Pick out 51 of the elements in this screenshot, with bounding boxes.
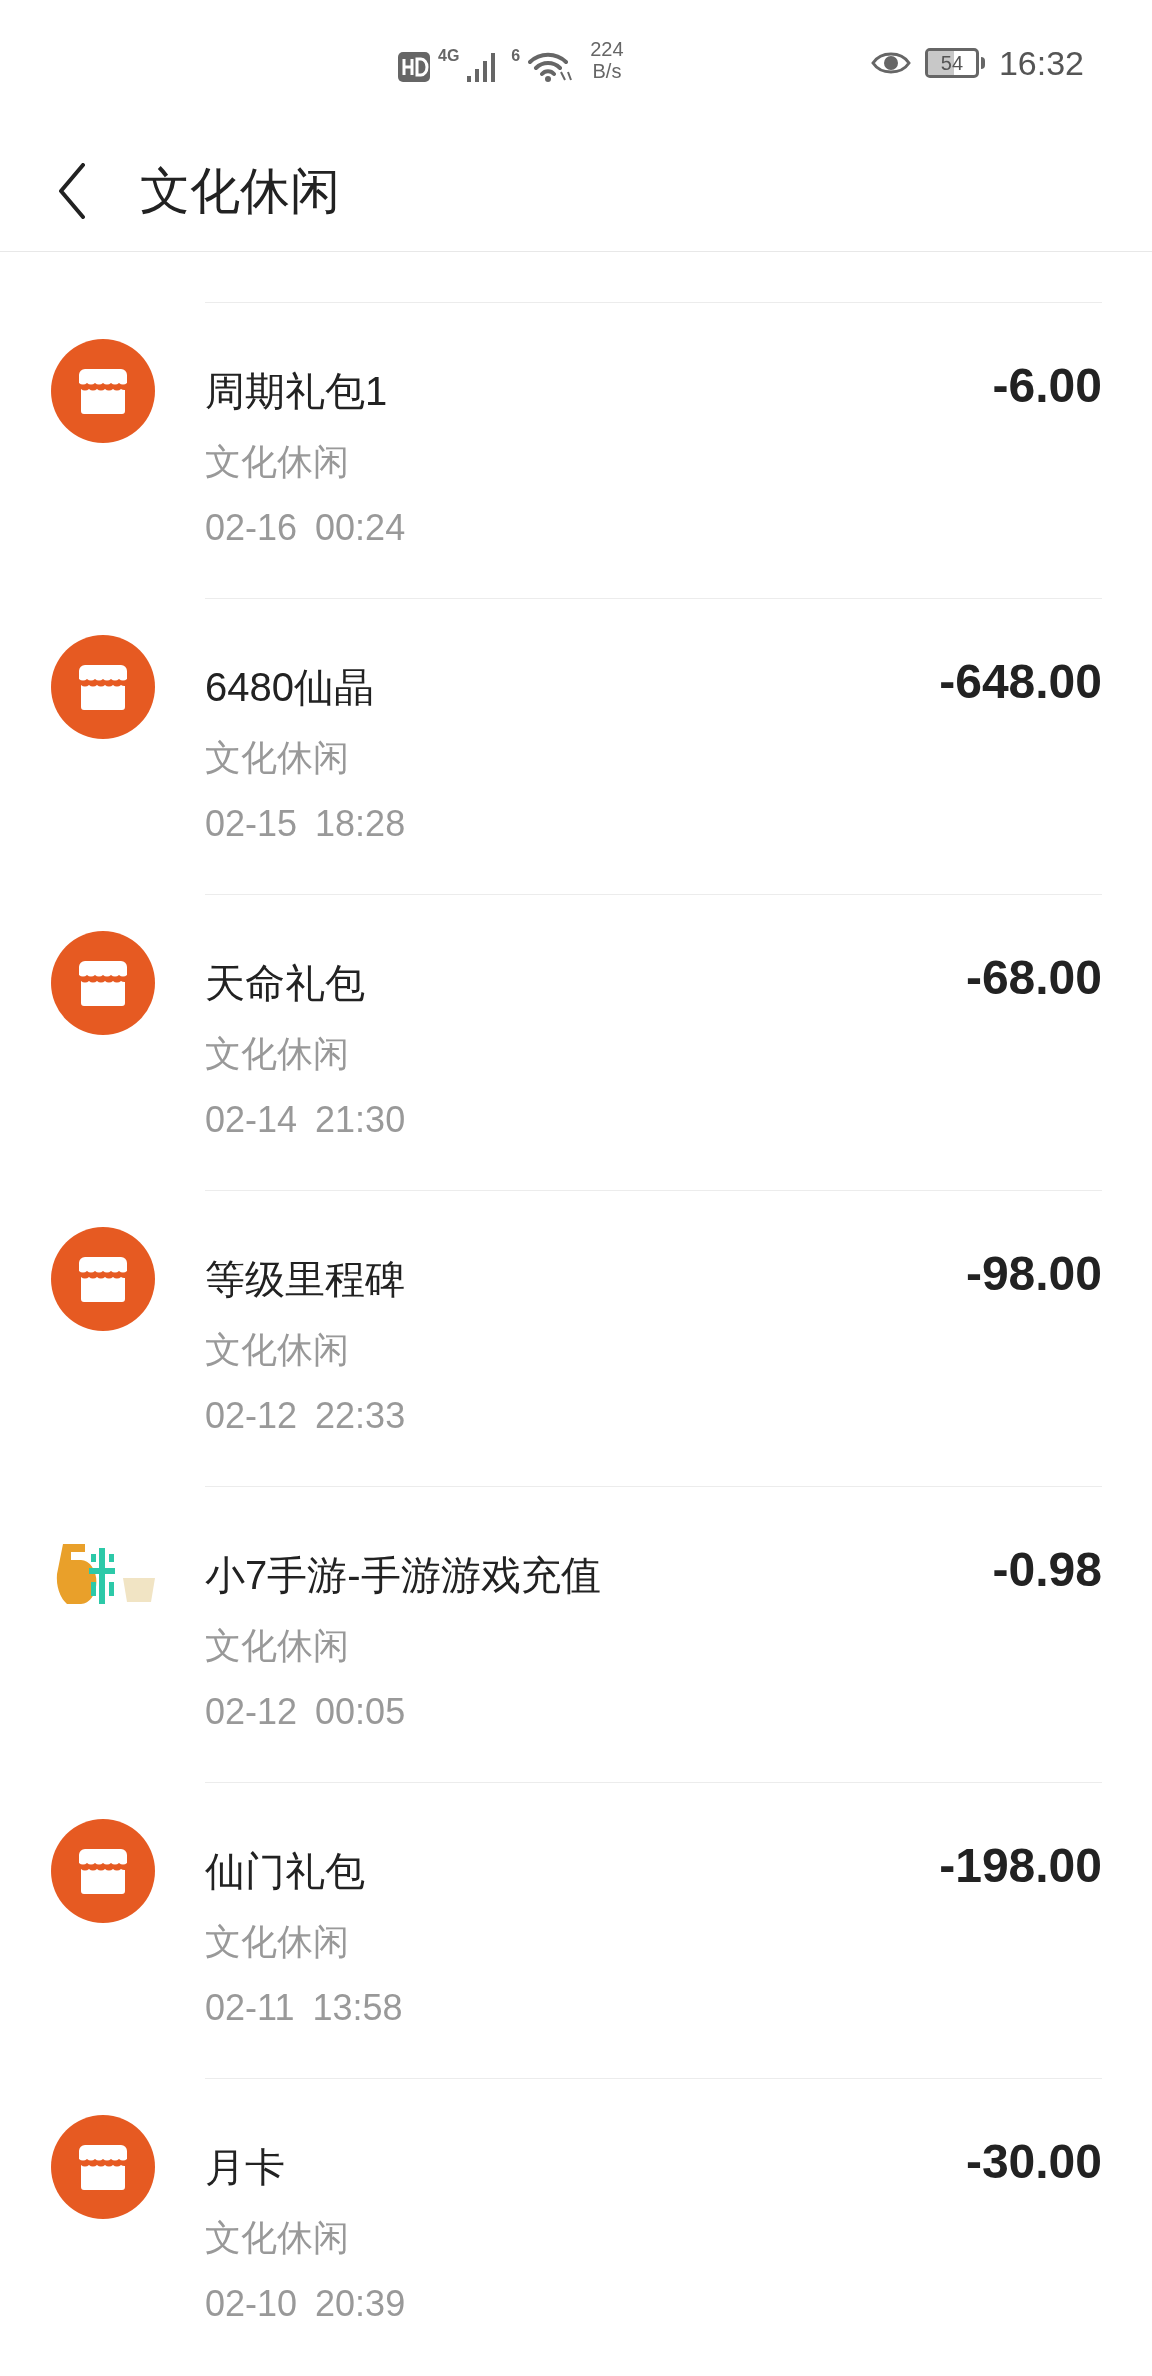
clock: 16:32 xyxy=(998,46,1084,80)
amount: -68.00 xyxy=(965,950,1102,1006)
item-title: 小7手游-手游游戏充值 xyxy=(205,1552,601,1599)
amount: -6.00 xyxy=(992,358,1102,414)
store-icon xyxy=(50,2115,155,2219)
eye-icon xyxy=(870,50,911,76)
speed-unit: B/s xyxy=(592,60,622,82)
store-icon xyxy=(50,1819,155,1923)
amount: -98.00 xyxy=(965,1246,1102,1302)
transaction-row[interactable]: 月卡 文化休闲 02-10 20:39 -30.00 xyxy=(205,2078,1102,2374)
date-time: 02-10 20:39 xyxy=(205,2282,406,2326)
category-label: 文化休闲 xyxy=(205,736,350,780)
amount: -0.98 xyxy=(992,1542,1102,1598)
category-label: 文化休闲 xyxy=(205,1032,350,1076)
date-time: 02-14 21:30 xyxy=(205,1098,406,1142)
date-time: 02-12 22:33 xyxy=(205,1394,406,1438)
amount: -648.00 xyxy=(939,654,1102,710)
wifi-label: 6 xyxy=(511,48,521,64)
item-title: 月卡 xyxy=(205,2144,286,2191)
category-label: 文化休闲 xyxy=(205,2216,350,2260)
date-time: 02-16 00:24 xyxy=(205,506,406,550)
item-title: 6480仙晶 xyxy=(205,664,375,711)
category-label: 文化休闲 xyxy=(205,1624,350,1668)
network-type: 4G xyxy=(438,48,460,64)
store-icon xyxy=(50,931,155,1035)
transaction-row[interactable]: 等级里程碑 文化休闲 02-12 22:33 -98.00 xyxy=(205,1190,1102,1486)
battery-level: 54 xyxy=(939,51,965,75)
date-time: 02-12 00:05 xyxy=(205,1690,407,1734)
category-label: 文化休闲 xyxy=(205,1328,350,1372)
item-title: 天命礼包 xyxy=(205,960,366,1007)
transaction-row[interactable]: 仙门礼包 文化休闲 02-11 13:58 -198.00 xyxy=(205,1782,1102,2078)
transaction-row[interactable]: 周期礼包1 文化休闲 02-16 00:24 -6.00 xyxy=(205,302,1102,598)
date-time: 02-15 18:28 xyxy=(205,802,406,846)
transaction-row[interactable]: 天命礼包 文化休闲 02-14 21:30 -68.00 xyxy=(205,894,1102,1190)
transaction-row[interactable]: 小7手游-手游游戏充值 文化休闲 02-12 00:05 -0.98 xyxy=(205,1486,1102,1782)
category-label: 文化休闲 xyxy=(205,440,350,484)
transaction-row[interactable]: 6480仙晶 文化休闲 02-15 18:28 -648.00 xyxy=(205,598,1102,894)
date-time: 02-11 13:58 xyxy=(205,1986,403,2030)
category-label: 文化休闲 xyxy=(205,1920,350,1964)
amount: -30.00 xyxy=(965,2134,1102,2190)
hd-icon xyxy=(398,52,430,82)
page-title: 文化休闲 xyxy=(140,165,340,216)
item-title: 周期礼包1 xyxy=(205,368,389,415)
store-icon xyxy=(50,635,155,739)
store-icon xyxy=(50,1227,155,1331)
amount: -198.00 xyxy=(939,1838,1102,1894)
wifi-icon xyxy=(528,52,573,82)
item-title: 仙门礼包 xyxy=(205,1848,366,1895)
store-icon xyxy=(50,339,155,443)
speed-value: 224 xyxy=(590,38,624,60)
item-title: 等级里程碑 xyxy=(205,1256,406,1303)
